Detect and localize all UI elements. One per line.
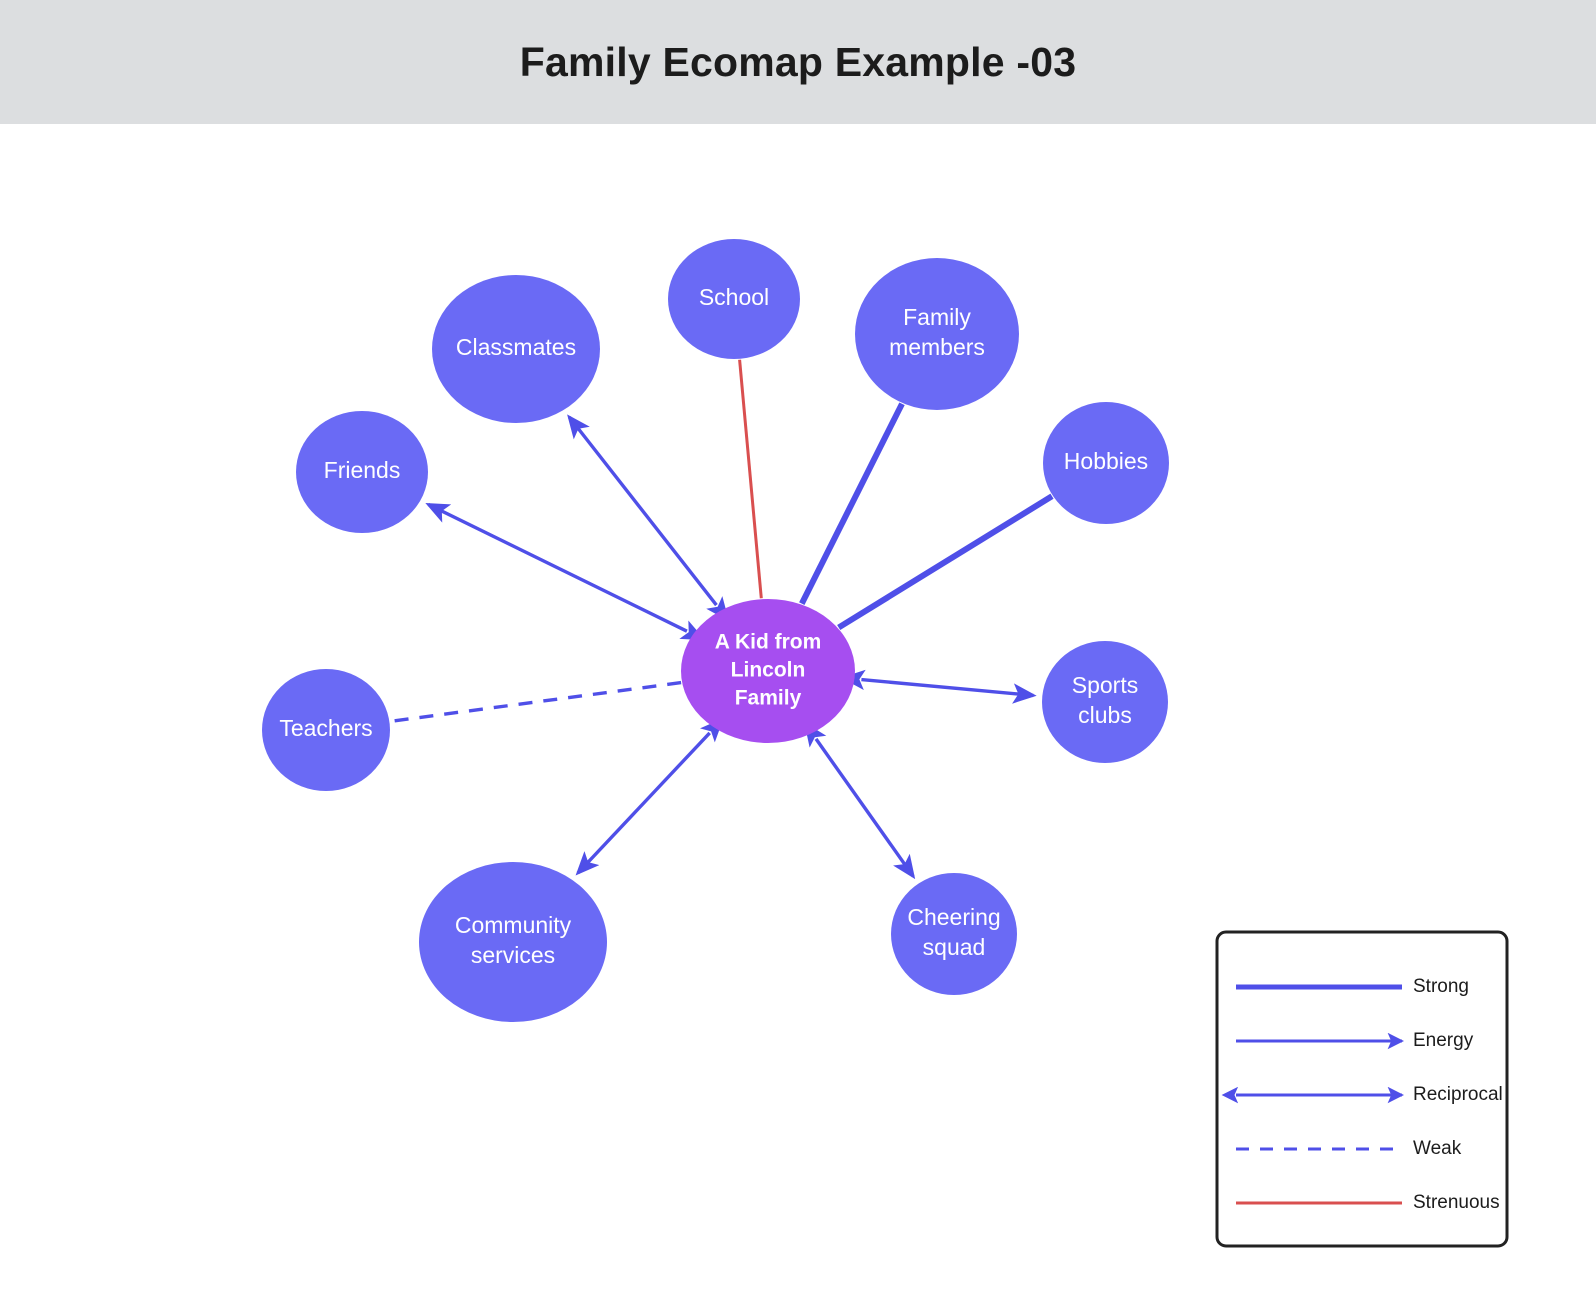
legend-label-energy: Energy xyxy=(1413,1030,1474,1051)
legend-label-reciprocal: Reciprocal xyxy=(1413,1084,1503,1105)
node-shape-school[interactable] xyxy=(668,239,800,359)
node-shape-cheering-squad[interactable] xyxy=(891,873,1017,995)
node-teachers[interactable]: Teachers xyxy=(262,669,390,791)
center-node[interactable]: A Kid fromLincolnFamily xyxy=(681,599,855,743)
edge-sports-clubs[interactable] xyxy=(841,669,1037,704)
legend-label-strenuous: Strenuous xyxy=(1413,1192,1500,1213)
edge-family-members[interactable] xyxy=(799,402,905,605)
node-sports-clubs[interactable]: Sportsclubs xyxy=(1042,641,1168,763)
diagram-canvas: Classmates School Family members Friends Hobb… xyxy=(0,124,1596,1298)
legend: Strong Energy Reciprocal Weak Strenuous xyxy=(1215,930,1509,1248)
legend-label-strong: Strong xyxy=(1413,976,1469,997)
node-school[interactable]: School xyxy=(668,239,800,359)
node-friends[interactable]: Friends xyxy=(296,411,428,533)
header-bar: Family Ecomap Example -03 xyxy=(0,0,1596,124)
node-community-services[interactable]: Communityservices xyxy=(419,862,607,1022)
node-family-members[interactable]: Familymembers xyxy=(855,258,1019,410)
node-shape-hobbies[interactable] xyxy=(1043,402,1169,524)
edge-teachers[interactable] xyxy=(390,680,682,724)
node-cheering-squad[interactable]: Cheeringsquad xyxy=(891,873,1017,995)
center-node-shape[interactable] xyxy=(681,599,855,743)
edge-cheering-squad[interactable] xyxy=(804,722,916,880)
center-node-layer: A Kid fromLincolnFamily xyxy=(681,599,855,743)
node-shape-sports-clubs[interactable] xyxy=(1042,641,1168,763)
edge-school[interactable] xyxy=(738,359,763,599)
node-shape-community-services[interactable] xyxy=(419,862,607,1022)
ecomap-page: Family Ecomap Example -03 Classmates Scho… xyxy=(0,0,1596,1298)
node-shape-friends[interactable] xyxy=(296,411,428,533)
ecomap-svg: Classmates School Familymembers Friends Hobb… xyxy=(262,239,1509,1248)
node-hobbies[interactable]: Hobbies xyxy=(1043,402,1169,524)
page-title: Family Ecomap Example -03 xyxy=(519,38,1077,85)
edge-community-services[interactable] xyxy=(575,718,724,876)
edge-hobbies[interactable] xyxy=(837,493,1054,631)
node-shape-family-members[interactable] xyxy=(855,258,1019,410)
legend-label-weak: Weak xyxy=(1413,1138,1462,1159)
edge-friends[interactable] xyxy=(425,502,706,641)
node-shape-classmates[interactable] xyxy=(432,275,600,423)
edge-classmates[interactable] xyxy=(567,414,729,622)
node-classmates[interactable]: Classmates xyxy=(432,275,600,423)
node-shape-teachers[interactable] xyxy=(262,669,390,791)
